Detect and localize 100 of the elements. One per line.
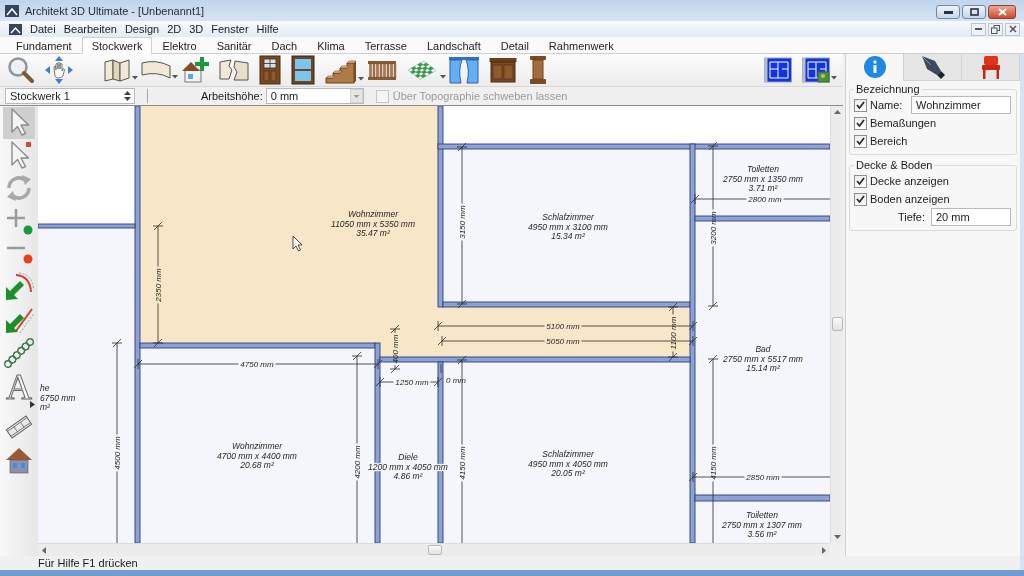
- tool-button[interactable]: [3, 107, 35, 139]
- panel-tab[interactable]: [962, 54, 1020, 81]
- dimension-label: 1100 mm: [668, 316, 678, 350]
- submenu-arrow-icon: [30, 401, 35, 408]
- room-size-label: 2750 mm x 1350 mm: [723, 173, 803, 184]
- menu-item[interactable]: Datei: [26, 21, 60, 37]
- room-size-label: 11050 mm x 5350 mm: [331, 218, 415, 229]
- caret-icon: [358, 77, 364, 81]
- menu-item[interactable]: Fenster: [207, 21, 253, 37]
- dimension-line: [375, 376, 443, 388]
- caret-icon: [440, 75, 446, 79]
- room-area-label: m²: [40, 402, 50, 412]
- house-icon: [4, 445, 34, 475]
- toolbar-button[interactable]: [103, 57, 138, 83]
- toolbar-button[interactable]: [141, 58, 178, 82]
- checkbox-label: Boden anzeigen: [870, 193, 950, 205]
- checkbox-label: Über Topographie schweben lassen: [392, 90, 568, 102]
- restore-icon: [991, 24, 1000, 34]
- room-name-label: Wohnzimmer: [347, 209, 399, 219]
- menu-item[interactable]: 2D: [163, 21, 186, 37]
- close-button[interactable]: [1005, 22, 1020, 36]
- name-input-field[interactable]: Wohnzimmer: [911, 96, 1011, 114]
- minimize-icon: [943, 10, 953, 14]
- menu-item[interactable]: Bearbeiten: [59, 21, 121, 37]
- scroll-left-icon[interactable]: [42, 546, 46, 554]
- magnifier-icon: [7, 56, 35, 84]
- dimension-label: 4150 mm: [708, 446, 718, 480]
- scrollbar-thumb[interactable]: [831, 317, 843, 331]
- room-name-label: Schlafzimmer: [542, 212, 594, 222]
- dimension-label: 3200 mm: [708, 211, 718, 245]
- checkbox-label: Decke anzeigen: [870, 175, 949, 187]
- tab[interactable]: Stockwerk: [81, 37, 153, 54]
- minimize-icon: [975, 28, 982, 30]
- room-name-label: Bad: [755, 344, 771, 354]
- room-area-label: 3.56 m²: [747, 529, 777, 539]
- curved-wall-icon: [141, 58, 171, 82]
- tab[interactable]: Elektro: [152, 37, 207, 53]
- room-name-label: he: [40, 383, 50, 393]
- checkmark-icon: [856, 101, 865, 109]
- spinner-arrows-icon[interactable]: [124, 90, 131, 102]
- room-name-label: Schlafzimmer: [542, 449, 594, 459]
- dimension-label: 400 mm: [390, 334, 400, 364]
- checkbox[interactable]: [854, 98, 867, 112]
- lattice-icon: [4, 338, 34, 368]
- tab[interactable]: Rahmenwerk: [538, 37, 624, 53]
- restore-button[interactable]: [988, 22, 1003, 36]
- menu-item[interactable]: Design: [120, 21, 164, 37]
- horizontal-scrollbar[interactable]: [38, 543, 830, 556]
- checkbox-label: Bemaßungen: [870, 117, 937, 129]
- close-button[interactable]: [988, 5, 1016, 19]
- scroll-down-icon[interactable]: [833, 535, 841, 539]
- checkbox[interactable]: [854, 116, 867, 130]
- tab[interactable]: Fundament: [6, 37, 82, 53]
- scrollbar-thumb[interactable]: [428, 545, 442, 555]
- tab[interactable]: Detail: [490, 37, 539, 53]
- maximize-button[interactable]: [962, 5, 986, 19]
- room-size-label: 2750 mm x 1307 mm: [722, 519, 802, 530]
- tool-button[interactable]: [3, 338, 35, 370]
- group-title: Bezeichnung: [855, 83, 921, 95]
- dimension-label: 0 mm: [446, 375, 466, 385]
- depth-input-field[interactable]: 20 mm: [931, 208, 1011, 226]
- room-area-label: 20.05 m²: [551, 468, 585, 478]
- tab[interactable]: Landschaft: [416, 37, 491, 53]
- dimension-line: [440, 363, 442, 374]
- vertical-scrollbar[interactable]: [830, 106, 843, 543]
- tab[interactable]: Sanitär: [206, 37, 262, 53]
- maximize-icon: [969, 8, 979, 16]
- dropdown-arrow-icon[interactable]: [349, 89, 363, 103]
- field-label: Tiefe:: [897, 211, 925, 223]
- tab[interactable]: Dach: [261, 37, 308, 53]
- checkbox[interactable]: [854, 174, 867, 188]
- room-area-label: 15.34 m²: [551, 231, 585, 241]
- menu-item[interactable]: Hilfe: [252, 21, 283, 37]
- fountain-pen-icon: [920, 55, 945, 79]
- column-icon: [527, 55, 549, 85]
- tab[interactable]: Terrasse: [354, 37, 417, 53]
- floor-spin-field[interactable]: Stockwerk 1: [5, 88, 135, 104]
- checkbox[interactable]: [854, 134, 867, 148]
- curve-arrow-icon: [4, 272, 34, 302]
- app-logo-icon: [9, 23, 22, 35]
- panel-tab[interactable]: [904, 54, 962, 81]
- floor-plan-icon: [764, 57, 792, 83]
- scroll-right-icon[interactable]: [822, 546, 826, 554]
- dimension-label: 4500 mm: [112, 436, 122, 470]
- tab[interactable]: Klima: [307, 37, 355, 53]
- minimize-button[interactable]: [936, 5, 960, 19]
- minimize-button[interactable]: [971, 22, 986, 36]
- dimension-label: 2800 mm: [748, 194, 782, 204]
- checkbox-label: Name:: [870, 99, 904, 111]
- window-title: Architekt 3D Ultimate - [Unbenannt1]: [25, 4, 206, 17]
- room-size-label: 4950 mm x 3100 mm: [528, 221, 608, 232]
- checkbox[interactable]: [854, 192, 867, 206]
- menu-item[interactable]: 3D: [185, 21, 208, 37]
- room-size-label: 2750 mm x 5517 mm: [723, 353, 803, 364]
- toolbar-button[interactable]: [802, 57, 837, 83]
- scroll-up-icon[interactable]: [833, 110, 841, 114]
- room-area-label: 35.47 m²: [356, 228, 390, 238]
- close-icon: [1008, 25, 1017, 33]
- height-combo-field[interactable]: 0 mm: [265, 88, 364, 104]
- dimension-label: 2350 mm: [153, 268, 163, 302]
